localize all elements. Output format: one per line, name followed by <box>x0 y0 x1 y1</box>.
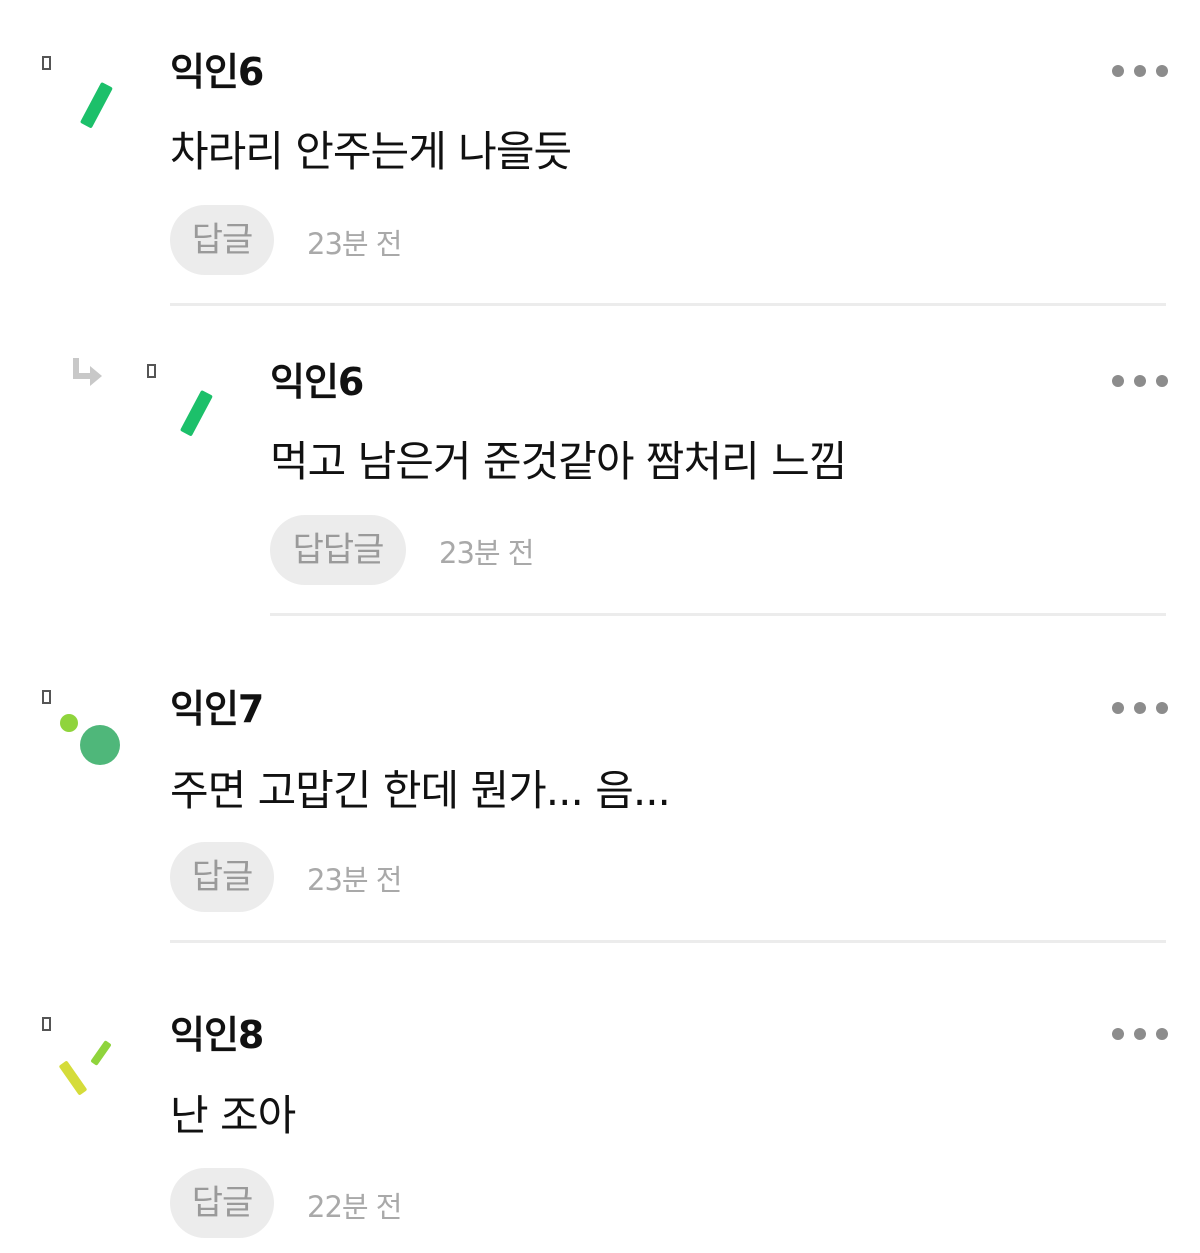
reply-button[interactable]: 답답글 <box>270 515 406 585</box>
comment-author: 익인7 <box>170 687 264 731</box>
comment-timestamp: 23분 전 <box>439 536 534 570</box>
comment-timestamp: 22분 전 <box>307 1190 402 1224</box>
broken-image-icon <box>42 56 51 70</box>
reply-button[interactable]: 답글 <box>170 205 274 275</box>
comment-timestamp: 23분 전 <box>307 227 402 261</box>
comment-text: 주면 고맙긴 한데 뭔가... 음... <box>170 766 671 815</box>
avatar[interactable] <box>152 368 252 468</box>
reply-arrow-icon <box>70 356 106 390</box>
comment-timestamp: 23분 전 <box>307 863 402 897</box>
divider <box>170 303 1166 306</box>
more-options-icon[interactable] <box>1112 61 1168 81</box>
comment-author: 익인6 <box>170 50 264 94</box>
comment-text: 난 조아 <box>170 1091 296 1140</box>
comment-text: 차라리 안주는게 나을듯 <box>170 127 572 176</box>
more-options-icon[interactable] <box>1112 371 1168 391</box>
avatar[interactable] <box>52 60 152 160</box>
more-options-icon[interactable] <box>1112 1024 1168 1044</box>
avatar[interactable] <box>52 698 152 798</box>
divider <box>170 940 1166 943</box>
more-options-icon[interactable] <box>1112 698 1168 718</box>
broken-image-icon <box>42 1017 51 1031</box>
broken-image-icon <box>42 690 51 704</box>
divider <box>270 613 1166 616</box>
comment-author: 익인6 <box>270 360 364 404</box>
comment-text: 먹고 남은거 준것같아 짬처리 느낌 <box>270 437 847 486</box>
comment-author: 익인8 <box>170 1013 264 1057</box>
reply-button[interactable]: 답글 <box>170 1168 274 1238</box>
avatar[interactable] <box>52 1024 152 1124</box>
reply-button[interactable]: 답글 <box>170 842 274 912</box>
